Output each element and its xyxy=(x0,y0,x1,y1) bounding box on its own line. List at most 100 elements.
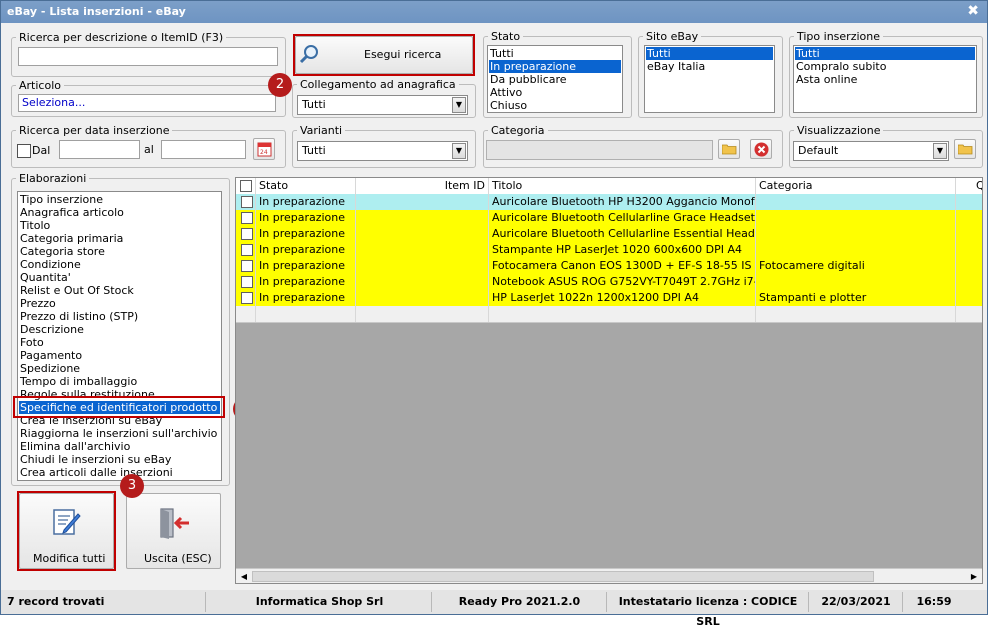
elaborazioni-item[interactable]: Tempo di imballaggio xyxy=(19,375,220,388)
elaborazioni-item[interactable]: Riaggiorna le inserzioni sull'archivio xyxy=(19,427,220,440)
stato-option[interactable]: Tutti xyxy=(489,47,621,60)
row-select-cell[interactable] xyxy=(236,290,256,306)
tipo-label: Tipo inserzione xyxy=(797,30,880,43)
cell-stato: In preparazione xyxy=(256,274,356,290)
cell-stato: In preparazione xyxy=(256,242,356,258)
calendar-button[interactable]: 24 xyxy=(253,138,275,160)
elaborazioni-item[interactable]: Foto xyxy=(19,336,220,349)
elaborazioni-item[interactable]: Categoria primaria xyxy=(19,232,220,245)
table-row[interactable]: In preparazione Auricolare Bluetooth Cell… xyxy=(236,226,982,242)
row-select-cell[interactable] xyxy=(236,274,256,290)
table-row[interactable]: In preparazione HP LaserJet 1022n 1200x12… xyxy=(236,290,982,306)
row-select-cell[interactable] xyxy=(236,210,256,226)
tipo-listbox[interactable]: Tutti Compralo subito Asta online xyxy=(793,45,977,113)
elaborazioni-item[interactable]: Categoria store xyxy=(19,245,220,258)
cell-q xyxy=(956,194,982,210)
stato-option[interactable]: Attivo xyxy=(489,86,621,99)
date-filter-checkbox[interactable] xyxy=(17,144,31,158)
date-to-input[interactable] xyxy=(161,140,246,159)
scrollbar-thumb[interactable] xyxy=(252,571,874,582)
callout-3: 3 xyxy=(120,474,144,498)
visualizzazione-label: Visualizzazione xyxy=(797,124,881,137)
elaborazioni-item[interactable]: Relist e Out Of Stock xyxy=(19,284,220,297)
table-row[interactable]: In preparazione Notebook ASUS ROG G752VY-… xyxy=(236,274,982,290)
elaborazioni-item[interactable]: Tipo inserzione xyxy=(19,193,220,206)
categoria-browse-button[interactable] xyxy=(718,139,740,159)
table-row[interactable]: In preparazione Auricolare Bluetooth HP H… xyxy=(236,194,982,210)
sito-option[interactable]: eBay Italia xyxy=(646,60,773,73)
elaborazioni-item[interactable]: Prezzo xyxy=(19,297,220,310)
cell-q xyxy=(956,242,982,258)
row-checkbox[interactable] xyxy=(241,276,253,288)
calendar-icon: 24 xyxy=(257,142,272,157)
sito-label: Sito eBay xyxy=(646,30,699,43)
tipo-option[interactable]: Compralo subito xyxy=(795,60,975,73)
header-select-all[interactable] xyxy=(236,178,256,194)
tipo-option-selected[interactable]: Tutti xyxy=(795,47,975,60)
scroll-right-icon[interactable]: ▶ xyxy=(968,571,980,582)
col-stato[interactable]: Stato xyxy=(256,178,356,194)
visualizzazione-select[interactable]: Default ▼ xyxy=(793,141,949,161)
table-row[interactable]: In preparazione Stampante HP LaserJet 102… xyxy=(236,242,982,258)
elaborazioni-listbox[interactable]: Tipo inserzione Anagrafica articolo Titolo… xyxy=(17,191,222,481)
elaborazioni-item[interactable]: Condizione xyxy=(19,258,220,271)
col-item-id[interactable]: Item ID xyxy=(356,178,489,194)
close-icon[interactable]: ✖ xyxy=(967,3,979,19)
row-select-cell[interactable] xyxy=(236,242,256,258)
table-row[interactable]: In preparazione Fotocamera Canon EOS 1300… xyxy=(236,258,982,274)
sito-listbox[interactable]: Tutti eBay Italia xyxy=(644,45,775,113)
cell-item-id xyxy=(356,290,489,306)
select-all-checkbox[interactable] xyxy=(240,180,252,192)
uscita-button[interactable]: Uscita (ESC) xyxy=(126,493,221,569)
row-checkbox[interactable] xyxy=(241,244,253,256)
elaborazioni-item[interactable]: Spedizione xyxy=(19,362,220,375)
desc-search-label: Ricerca per descrizione o ItemID (F3) xyxy=(19,31,224,44)
row-select-cell[interactable] xyxy=(236,226,256,242)
cell-q xyxy=(956,258,982,274)
row-select-cell[interactable] xyxy=(236,258,256,274)
stato-option[interactable]: Chiuso xyxy=(489,99,621,112)
elaborazioni-item[interactable]: Titolo xyxy=(19,219,220,232)
categoria-clear-button[interactable] xyxy=(750,139,772,159)
row-checkbox[interactable] xyxy=(241,212,253,224)
sito-option-selected[interactable]: Tutti xyxy=(646,47,773,60)
stato-option-selected[interactable]: In preparazione xyxy=(489,60,621,73)
elaborazioni-item[interactable]: Chiudi le inserzioni su eBay xyxy=(19,453,220,466)
elaborazioni-item[interactable]: Descrizione xyxy=(19,323,220,336)
row-checkbox[interactable] xyxy=(241,196,253,208)
row-checkbox[interactable] xyxy=(241,260,253,272)
col-titolo[interactable]: Titolo xyxy=(489,178,756,194)
visualizzazione-folder-button[interactable] xyxy=(954,139,976,159)
horizontal-scrollbar[interactable]: ◀ ▶ xyxy=(236,568,982,583)
collegamento-select[interactable]: Tutti ▼ xyxy=(297,95,468,115)
new-row[interactable] xyxy=(236,306,982,323)
collegamento-label: Collegamento ad anagrafica xyxy=(300,78,456,91)
elaborazioni-item[interactable]: Anagrafica articolo xyxy=(19,206,220,219)
col-q[interactable]: Q xyxy=(956,178,982,194)
collegamento-value: Tutti xyxy=(302,98,326,111)
date-from-input[interactable] xyxy=(59,140,140,159)
desc-search-input[interactable] xyxy=(18,47,278,66)
article-selector[interactable]: Seleziona... xyxy=(18,94,276,112)
article-label: Articolo xyxy=(19,79,61,92)
elaborazioni-item[interactable]: Prezzo di listino (STP) xyxy=(19,310,220,323)
elaborazioni-item[interactable]: Elimina dall'archivio xyxy=(19,440,220,453)
varianti-select[interactable]: Tutti ▼ xyxy=(297,141,468,161)
stato-option[interactable]: Da pubblicare xyxy=(489,73,621,86)
row-checkbox[interactable] xyxy=(241,228,253,240)
row-select-cell[interactable] xyxy=(236,194,256,210)
elaborazioni-item[interactable]: Pagamento xyxy=(19,349,220,362)
stato-listbox[interactable]: Tutti In preparazione Da pubblicare Atti… xyxy=(487,45,623,113)
elaborazioni-item[interactable]: Crea articoli dalle inserzioni xyxy=(19,466,220,479)
cell-titolo: Auricolare Bluetooth Cellularline Grace … xyxy=(489,210,756,226)
window-title: eBay - Lista inserzioni - eBay xyxy=(7,5,186,18)
tipo-option[interactable]: Asta online xyxy=(795,73,975,86)
row-checkbox[interactable] xyxy=(241,292,253,304)
table-row[interactable]: In preparazione Auricolare Bluetooth Cell… xyxy=(236,210,982,226)
cell-stato: In preparazione xyxy=(256,226,356,242)
elaborazioni-item[interactable]: Quantita' xyxy=(19,271,220,284)
categoria-input[interactable] xyxy=(486,140,713,160)
new-row-cell xyxy=(756,306,956,322)
col-categoria[interactable]: Categoria xyxy=(756,178,956,194)
scroll-left-icon[interactable]: ◀ xyxy=(238,571,250,582)
